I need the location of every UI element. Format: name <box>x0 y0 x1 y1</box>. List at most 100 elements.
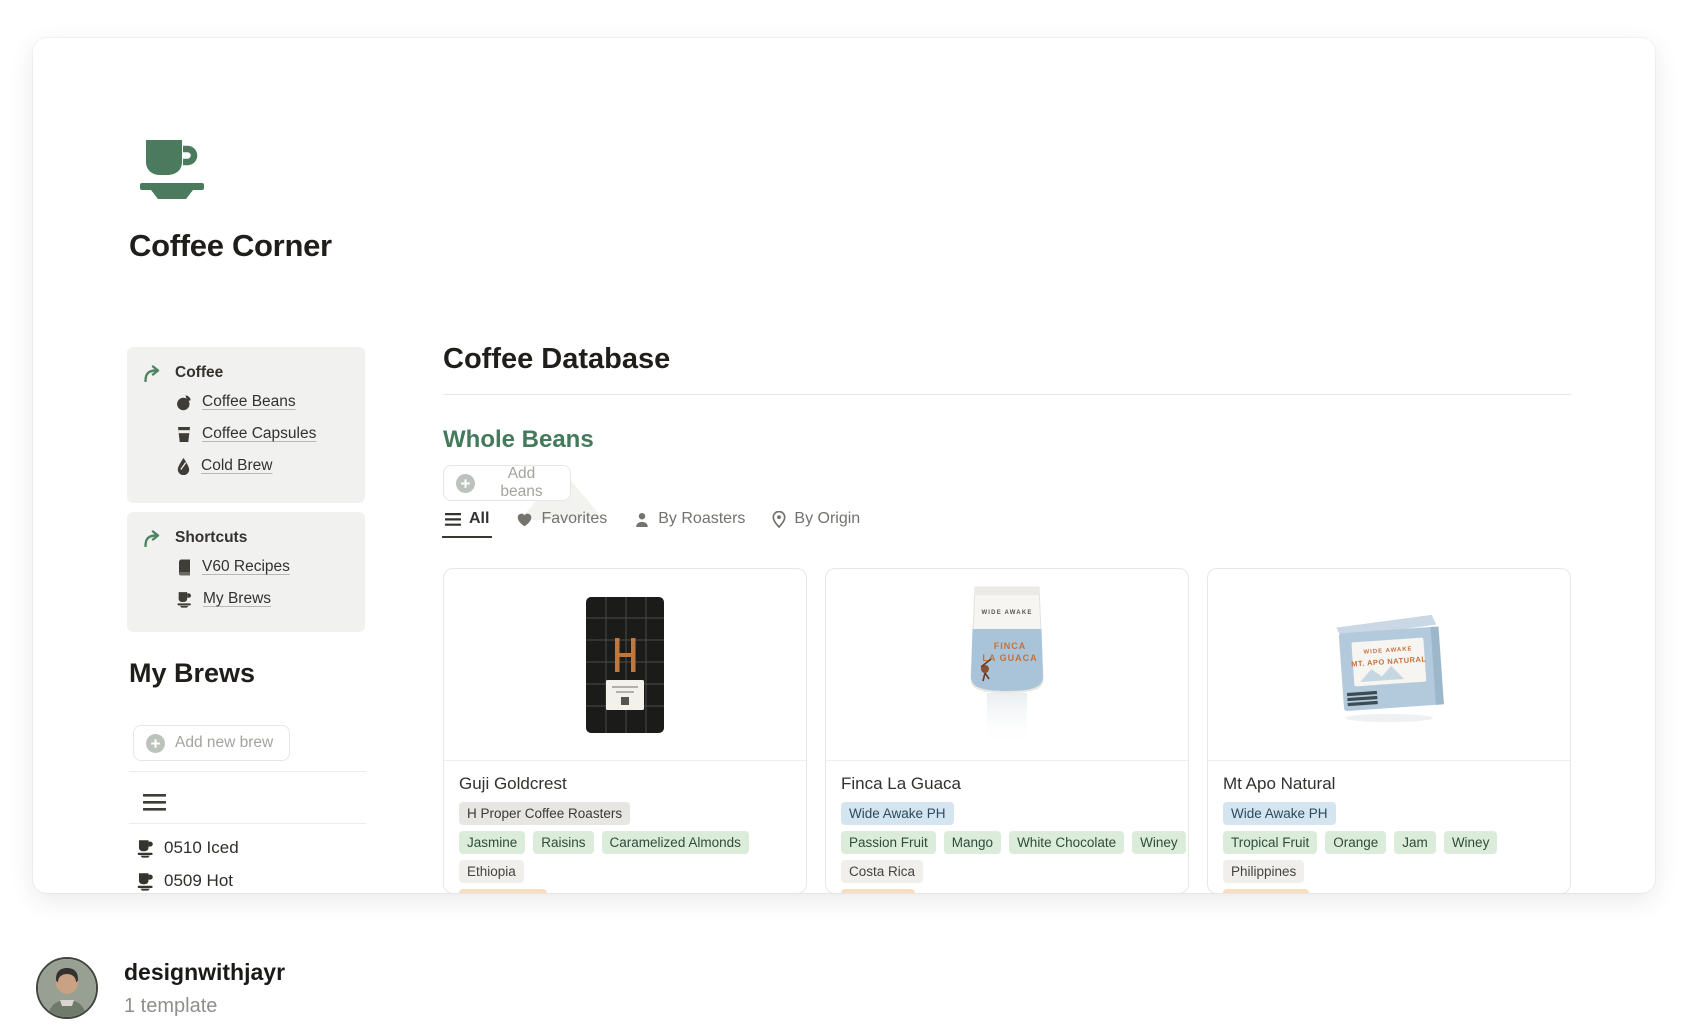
coffee-cup-icon <box>136 839 155 858</box>
product-image-blue-box: WIDE AWAKE MT. APO NATURAL <box>1208 569 1570 761</box>
sidebar-link-cold-brew[interactable]: Cold Brew <box>176 450 355 482</box>
brew-label: 0510 Iced <box>164 838 239 858</box>
roaster-tag-row: Wide Awake PH <box>1223 802 1555 825</box>
plus-circle-icon <box>146 734 165 753</box>
section-title: Coffee <box>175 364 223 382</box>
beans-card-grid: Guji Goldcrest H Proper Coffee Roasters … <box>443 568 1571 893</box>
flavor-tag-row: Passion Fruit Mango White Chocolate Wine… <box>841 831 1173 854</box>
add-beans-label: Add beans <box>485 465 558 501</box>
card-body: Finca La Guaca Wide Awake PH Passion Fru… <box>826 761 1188 893</box>
link-label: V60 Recipes <box>202 558 290 576</box>
coffee-bean-icon <box>176 394 192 411</box>
link-label: Coffee Capsules <box>202 425 316 443</box>
flavor-tag: Winey <box>1132 831 1186 854</box>
product-image-blue-pouch: WIDE AWAKE FINCA LA GUACA <box>826 569 1188 761</box>
clipped-tag-row <box>1223 889 1555 893</box>
roaster-tag: Wide Awake PH <box>841 802 954 825</box>
add-new-brew-label: Add new brew <box>175 734 273 752</box>
coffee-links-callout: Coffee Coffee Beans Coffee Capsules Cold… <box>127 347 365 503</box>
card-body: Mt Apo Natural Wide Awake PH Tropical Fr… <box>1208 761 1570 893</box>
flavor-tag: Raisins <box>533 831 593 854</box>
roaster-tag-row: H Proper Coffee Roasters <box>459 802 791 825</box>
svg-text:WIDE AWAKE: WIDE AWAKE <box>981 610 1032 616</box>
roaster-tag: H Proper Coffee Roasters <box>459 802 630 825</box>
sidebar-link-v60-recipes[interactable]: V60 Recipes <box>176 551 355 583</box>
svg-text:LA GUACA: LA GUACA <box>982 653 1037 663</box>
coffee-capsule-icon <box>176 426 192 443</box>
sidebar-link-my-brews[interactable]: My Brews <box>176 583 355 615</box>
card-body: Guji Goldcrest H Proper Coffee Roasters … <box>444 761 806 893</box>
coffee-cup-icon <box>136 138 208 202</box>
flavor-tag-row: Jasmine Raisins Caramelized Almonds <box>459 831 791 854</box>
curved-arrow-icon <box>143 365 162 382</box>
tab-all[interactable]: All <box>445 510 489 538</box>
my-brews-heading: My Brews <box>129 658 255 689</box>
clipped-tag-row <box>459 889 791 893</box>
flavor-tag: White Chocolate <box>1009 831 1124 854</box>
divider <box>129 823 366 824</box>
flavor-tag: Passion Fruit <box>841 831 936 854</box>
author-name[interactable]: designwithjayr <box>124 959 285 986</box>
drag-handle-menu-icon[interactable] <box>143 794 166 811</box>
tab-label: By Origin <box>794 510 860 528</box>
bean-card-guji-goldcrest[interactable]: Guji Goldcrest H Proper Coffee Roasters … <box>443 568 807 893</box>
brew-entry-0510[interactable]: 0510 Iced <box>136 833 239 863</box>
template-preview: Coffee Corner Coffee Coffee Beans Coffee… <box>0 0 1688 1034</box>
flavor-tag: Mango <box>944 831 1001 854</box>
section-title: Shortcuts <box>175 529 247 547</box>
add-beans-button[interactable]: Add beans <box>443 465 571 501</box>
divider <box>129 771 366 772</box>
bean-name: Finca La Guaca <box>841 774 1173 796</box>
flavor-tag: Jasmine <box>459 831 525 854</box>
link-label: Cold Brew <box>201 457 273 475</box>
view-tabs: All Favorites By Roasters By Origin <box>445 510 860 538</box>
origin-tag: Philippines <box>1223 860 1304 883</box>
roaster-tag-row: Wide Awake PH <box>841 802 1173 825</box>
origin-tag: Ethiopia <box>459 860 524 883</box>
origin-tag-row: Philippines <box>1223 860 1555 883</box>
coffee-cup-icon <box>176 591 193 608</box>
tab-by-origin[interactable]: By Origin <box>772 510 860 538</box>
tab-label: By Roasters <box>658 510 745 528</box>
brew-entry-0509[interactable]: 0509 Hot <box>136 866 233 893</box>
tab-by-roasters[interactable]: By Roasters <box>634 510 745 538</box>
brew-label: 0509 Hot <box>164 871 233 891</box>
bean-name: Mt Apo Natural <box>1223 774 1555 796</box>
coffee-section-header: Coffee <box>143 360 355 386</box>
roaster-tag: Wide Awake PH <box>1223 802 1336 825</box>
sidebar-link-coffee-capsules[interactable]: Coffee Capsules <box>176 418 355 450</box>
template-count: 1 template <box>124 995 217 1018</box>
notion-page-card: Coffee Corner Coffee Coffee Beans Coffee… <box>33 38 1655 893</box>
coffee-cup-icon <box>136 872 155 891</box>
tab-favorites[interactable]: Favorites <box>516 510 607 538</box>
shortcuts-callout: Shortcuts V60 Recipes My Brews <box>127 512 365 632</box>
bean-name: Guji Goldcrest <box>459 774 791 796</box>
clipped-tag <box>1223 889 1309 893</box>
bean-card-mt-apo-natural[interactable]: WIDE AWAKE MT. APO NATURAL <box>1207 568 1571 893</box>
link-label: Coffee Beans <box>202 393 296 411</box>
whole-beans-heading: Whole Beans <box>443 426 594 454</box>
clipped-tag-row <box>841 889 1173 893</box>
divider <box>443 394 1571 395</box>
link-label: My Brews <box>203 590 271 608</box>
origin-tag: Costa Rica <box>841 860 923 883</box>
flavor-tag-row: Tropical Fruit Orange Jam Winey <box>1223 831 1555 854</box>
sidebar-link-coffee-beans[interactable]: Coffee Beans <box>176 386 355 418</box>
origin-tag-row: Ethiopia <box>459 860 791 883</box>
recipe-book-icon <box>176 559 192 576</box>
person-icon <box>634 512 650 527</box>
author-avatar[interactable] <box>36 957 98 1019</box>
page-title: Coffee Corner <box>129 228 332 264</box>
flavor-tag: Orange <box>1325 831 1386 854</box>
product-image-black-bag <box>444 569 806 761</box>
add-new-brew-button[interactable]: Add new brew <box>133 725 290 761</box>
list-icon <box>445 513 461 526</box>
location-pin-icon <box>772 511 786 528</box>
clipped-tag <box>459 889 547 893</box>
curved-arrow-icon <box>143 530 162 547</box>
tab-label: Favorites <box>541 510 607 528</box>
database-title: Coffee Database <box>443 343 670 376</box>
plus-circle-icon <box>456 474 475 493</box>
bean-card-finca-la-guaca[interactable]: WIDE AWAKE FINCA LA GUACA Finca La Guaca… <box>825 568 1189 893</box>
tab-label: All <box>469 510 489 528</box>
